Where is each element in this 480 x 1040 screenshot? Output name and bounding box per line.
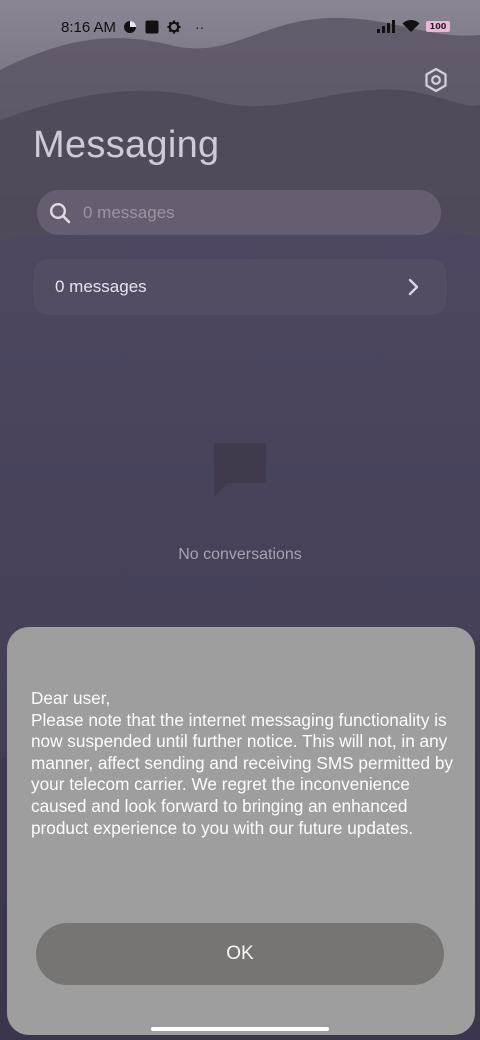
page-title: Messaging [33,124,220,166]
chevron-right-icon [408,278,419,296]
chat-bubble-icon [214,443,266,497]
data-saver-icon [124,21,136,33]
wifi-icon [402,19,420,32]
messaging-screen: 8:16 AM ·· 100 Messaging 0 messages 0 me… [0,0,480,1040]
settings-notification-icon [167,20,181,34]
battery-indicator: 100 [426,20,450,32]
ok-button[interactable]: OK [36,923,444,985]
home-indicator[interactable] [151,1027,329,1031]
empty-state-text: No conversations [178,546,302,563]
status-bar: 8:16 AM ·· 100 [0,0,480,56]
status-time: 8:16 AM [61,19,117,36]
signal-icon [377,19,395,33]
settings-button[interactable] [422,66,450,94]
status-notification-icons: ·· [123,19,204,35]
app-notification-icon [145,20,159,34]
messages-row[interactable]: 0 messages [33,259,447,315]
status-system-icons: 100 [376,19,450,33]
messages-row-label: 0 messages [55,277,147,296]
search-icon [49,202,71,223]
gear-hexagon-icon [425,67,447,93]
search-bar[interactable] [37,190,441,235]
search-input[interactable] [81,201,405,224]
notice-dialog: Dear user, Please note that the internet… [7,627,475,1035]
dialog-message: Dear user, Please note that the internet… [31,688,453,838]
more-notifications-indicator: ·· [195,19,205,35]
